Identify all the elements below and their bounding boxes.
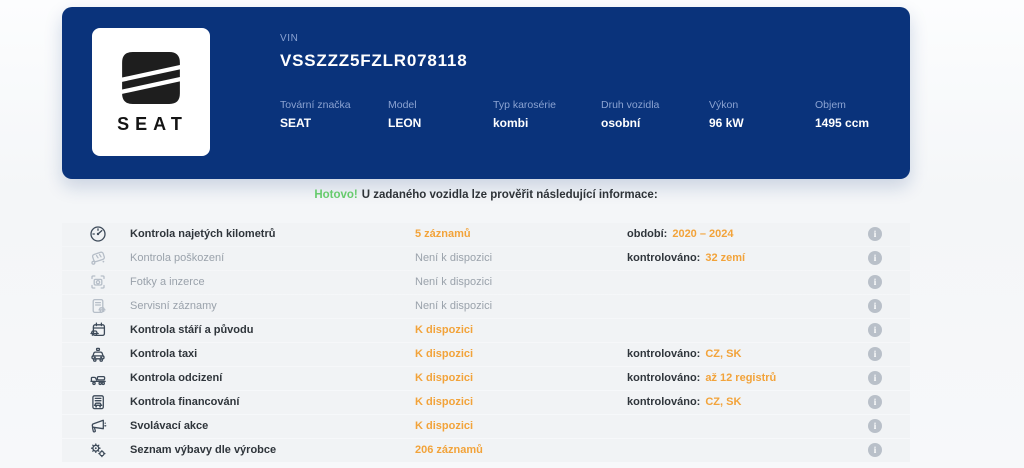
info-icon[interactable]: i: [868, 443, 882, 457]
check-status: K dispozici: [415, 372, 473, 384]
detail-label: období:: [627, 228, 667, 240]
info-icon[interactable]: i: [868, 227, 882, 241]
check-label: Servisní záznamy: [130, 300, 217, 312]
check-label: Kontrola stáří a původu: [130, 324, 253, 336]
check-label: Kontrola taxi: [130, 348, 197, 360]
detail-value: 32 zemí: [705, 252, 745, 264]
table-row: Kontrola poškození Není k dispozici kont…: [62, 247, 910, 270]
vehicle-details: Tovární značka SEAT Model LEON Typ karos…: [62, 99, 910, 139]
detail-displacement: Objem 1495 ccm: [815, 99, 869, 130]
check-status: K dispozici: [415, 420, 473, 432]
calendar-car-icon: [88, 320, 108, 340]
table-row: Servisní záznamy Není k dispozici i: [62, 295, 910, 318]
table-row: Svolávací akce K dispozici i: [62, 415, 910, 438]
detail-model: Model LEON: [388, 99, 421, 130]
check-status: K dispozici: [415, 348, 473, 360]
detail-label: kontrolováno:: [627, 372, 700, 384]
check-label: Seznam výbavy dle výrobce: [130, 444, 276, 456]
table-row: Kontrola financování K dispozici kontrol…: [62, 391, 910, 414]
table-row: Kontrola taxi K dispozici kontrolováno: C…: [62, 343, 910, 366]
taxi-icon: [88, 344, 108, 364]
seat-s-icon: [122, 52, 180, 104]
detail-brand: Tovární značka SEAT: [280, 99, 351, 130]
damage-icon: [88, 248, 108, 268]
service-book-icon: [88, 296, 108, 316]
vehicle-header-card: SEAT VIN VSSZZZ5FZLR078118 Tovární značk…: [62, 7, 910, 179]
check-label: Svolávací akce: [130, 420, 208, 432]
check-label: Kontrola poškození: [130, 252, 224, 264]
camera-icon: [88, 272, 108, 292]
vin-value: VSSZZZ5FZLR078118: [280, 51, 467, 71]
check-status: 5 záznamů: [415, 228, 471, 240]
vin-block: VIN VSSZZZ5FZLR078118: [280, 33, 467, 71]
check-status: 206 záznamů: [415, 444, 483, 456]
table-row: Kontrola odcizení K dispozici kontrolová…: [62, 367, 910, 390]
check-status: K dispozici: [415, 396, 473, 408]
info-icon[interactable]: i: [868, 371, 882, 385]
check-status: Není k dispozici: [415, 300, 492, 312]
info-icon[interactable]: i: [868, 347, 882, 361]
detail-value: CZ, SK: [705, 348, 741, 360]
check-label: Kontrola odcizení: [130, 372, 222, 384]
vin-label: VIN: [280, 33, 467, 44]
gauge-icon: [88, 224, 108, 244]
info-icon[interactable]: i: [868, 251, 882, 265]
detail-value: 2020 – 2024: [672, 228, 733, 240]
megaphone-icon: [88, 416, 108, 436]
check-label: Kontrola financování: [130, 396, 239, 408]
status-line: Hotovo! U zadaného vozidla lze prověřit n…: [62, 189, 910, 201]
info-icon[interactable]: i: [868, 395, 882, 409]
detail-label: kontrolováno:: [627, 252, 700, 264]
table-row: Fotky a inzerce Není k dispozici i: [62, 271, 910, 294]
check-status: Není k dispozici: [415, 252, 492, 264]
detail-body-type: Typ karosérie kombi: [493, 99, 556, 130]
info-icon[interactable]: i: [868, 323, 882, 337]
detail-value: až 12 registrů: [705, 372, 776, 384]
status-message: U zadaného vozidla lze prověřit následuj…: [362, 189, 658, 201]
status-highlight: Hotovo!: [314, 189, 357, 201]
detail-label: kontrolováno:: [627, 396, 700, 408]
detail-power: Výkon 96 kW: [709, 99, 744, 130]
checks-table: Kontrola najetých kilometrů 5 záznamů ob…: [62, 223, 910, 463]
info-icon[interactable]: i: [868, 299, 882, 313]
check-label: Fotky a inzerce: [130, 276, 205, 288]
table-row: Seznam výbavy dle výrobce 206 záznamů i: [62, 439, 910, 462]
detail-label: kontrolováno:: [627, 348, 700, 360]
check-status: Není k dispozici: [415, 276, 492, 288]
table-row: Kontrola stáří a původu K dispozici i: [62, 319, 910, 342]
info-icon[interactable]: i: [868, 419, 882, 433]
table-row: Kontrola najetých kilometrů 5 záznamů ob…: [62, 223, 910, 246]
check-label: Kontrola najetých kilometrů: [130, 228, 275, 240]
financing-icon: [88, 392, 108, 412]
info-icon[interactable]: i: [868, 275, 882, 289]
detail-value: CZ, SK: [705, 396, 741, 408]
tow-truck-icon: [88, 368, 108, 388]
detail-vehicle-kind: Druh vozidla osobní: [601, 99, 659, 130]
gears-icon: [88, 440, 108, 460]
check-status: K dispozici: [415, 324, 473, 336]
